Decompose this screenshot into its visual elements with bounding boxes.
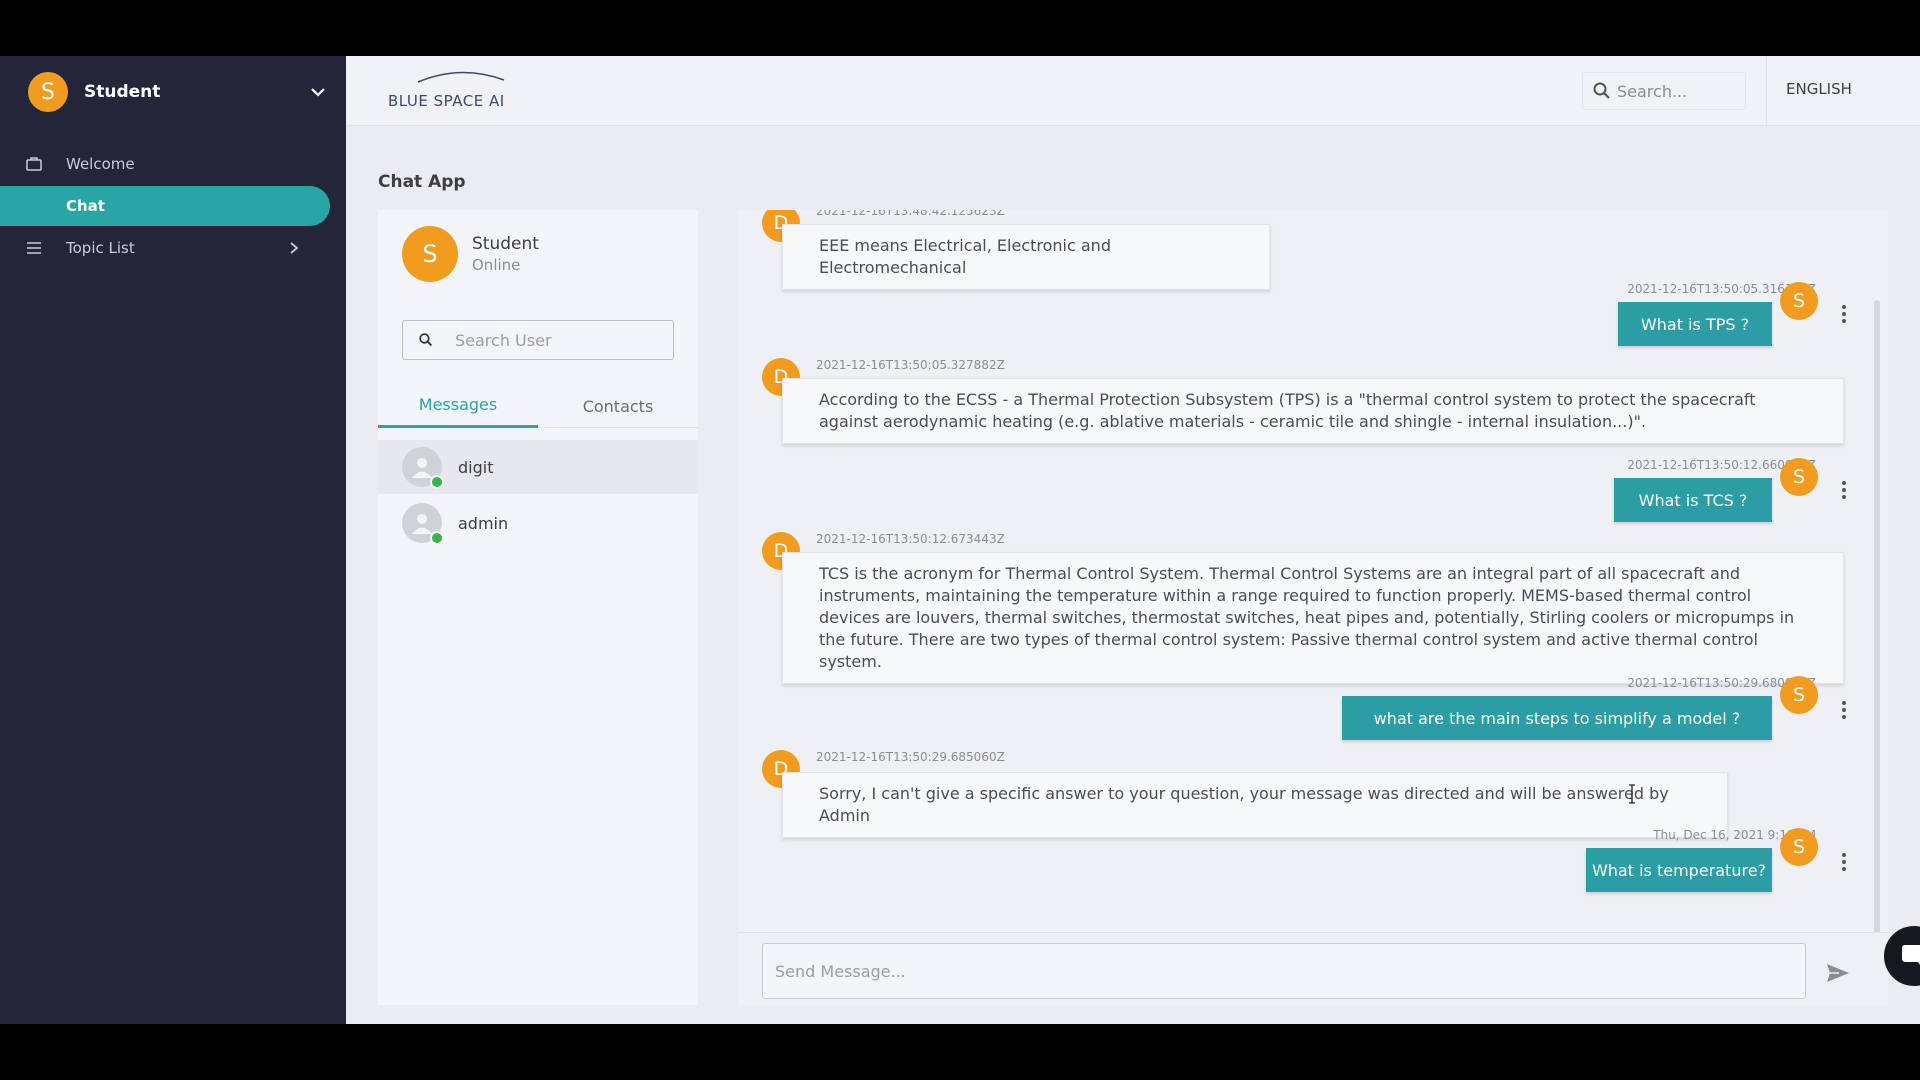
sidebar-user-menu[interactable]: S Student [28,72,328,112]
message-timestamp: 2021-12-16T13:50:05.327882Z [816,358,1005,372]
avatar: S [1780,828,1818,866]
profile-name: Student [472,234,539,254]
incoming-message: EEE means Electrical, Electronic and Ele… [782,224,1270,290]
sidebar: S Student Welcome Chat Topic List [0,56,346,1024]
screen-letterbox-top [0,0,1920,56]
logo[interactable]: BLUE SPACE AI [388,68,518,116]
screen-letterbox-bottom [0,1024,1920,1080]
logo-arc-icon [417,71,505,83]
kebab-icon[interactable] [1840,480,1848,500]
sidebar-item-topic-list[interactable]: Topic List [0,228,330,268]
scrollbar[interactable] [1874,300,1880,940]
tab-messages[interactable]: Messages [378,384,538,428]
message-input[interactable]: Send Message... [762,943,1806,999]
menu-icon [24,242,44,254]
search-user-placeholder: Search User [455,330,552,350]
language-selector[interactable]: ENGLISH [1786,80,1852,98]
sidebar-item-welcome[interactable]: Welcome [0,144,330,184]
user-placeholder-icon [402,503,444,545]
search-icon [419,333,433,347]
tab-contacts[interactable]: Contacts [538,384,698,428]
sidebar-avatar: S [28,72,68,112]
incoming-message: Sorry, I can't give a specific answer to… [782,772,1728,838]
compose-bar: Send Message... [738,932,1888,1005]
chat-tabs: Messages Contacts [378,384,698,428]
send-icon[interactable] [1824,959,1852,987]
outgoing-message: What is temperature? [1586,848,1772,892]
avatar: S [1780,282,1818,320]
avatar: S [1780,676,1818,714]
logo-text: BLUE SPACE AI [388,92,505,110]
outgoing-message: What is TPS ? [1618,302,1772,346]
chat-list-panel: S Student Online Search User Messages Co… [378,210,698,1005]
header-search-placeholder: Search... [1617,81,1688,101]
contact-name: admin [458,513,509,533]
incoming-message: TCS is the acronym for Thermal Control S… [782,552,1844,684]
sidebar-item-label: Topic List [66,239,135,257]
search-icon [1593,82,1610,99]
briefcase-icon [24,157,44,171]
text-cursor-icon [1629,784,1635,804]
sidebar-item-label: Chat [66,197,105,215]
kebab-icon[interactable] [1840,852,1848,872]
top-header: BLUE SPACE AI Search... ENGLISH [346,56,1920,126]
search-user-input[interactable]: Search User [402,320,674,360]
main-area: BLUE SPACE AI Search... ENGLISH Chat App… [346,56,1920,1024]
online-status-dot [430,475,444,489]
list-item[interactable]: admin [378,496,698,550]
current-user-profile: S Student Online [402,226,539,282]
online-status-dot [430,531,444,545]
chat-icon [1902,945,1920,965]
chevron-right-icon [290,242,299,254]
kebab-icon[interactable] [1840,700,1848,720]
sidebar-item-chat[interactable]: Chat [0,186,330,226]
contact-name: digit [458,457,494,477]
conversation-panel: 2021-12-16T13:48:42.125623Z D EEE means … [738,210,1888,1005]
page-title: Chat App [378,172,466,192]
outgoing-message: What is TCS ? [1614,478,1772,522]
message-timestamp: 2021-12-16T13:48:42.125623Z [816,210,1005,218]
header-divider [1766,56,1767,126]
kebab-icon[interactable] [1840,304,1848,324]
avatar: S [402,226,458,282]
header-search[interactable]: Search... [1582,72,1746,110]
profile-status: Online [472,256,521,274]
user-placeholder-icon [402,447,444,489]
message-timestamp: 2021-12-16T13:50:29.685060Z [816,750,1005,764]
incoming-message: According to the ECSS - a Thermal Protec… [782,378,1844,444]
chevron-down-icon[interactable] [308,82,328,102]
sidebar-item-label: Welcome [66,155,135,173]
sidebar-user-name: Student [84,82,161,102]
outgoing-message: what are the main steps to simplify a mo… [1342,696,1772,740]
list-item[interactable]: digit [378,440,698,494]
message-timestamp: 2021-12-16T13:50:12.673443Z [816,532,1005,546]
avatar: S [1780,458,1818,496]
